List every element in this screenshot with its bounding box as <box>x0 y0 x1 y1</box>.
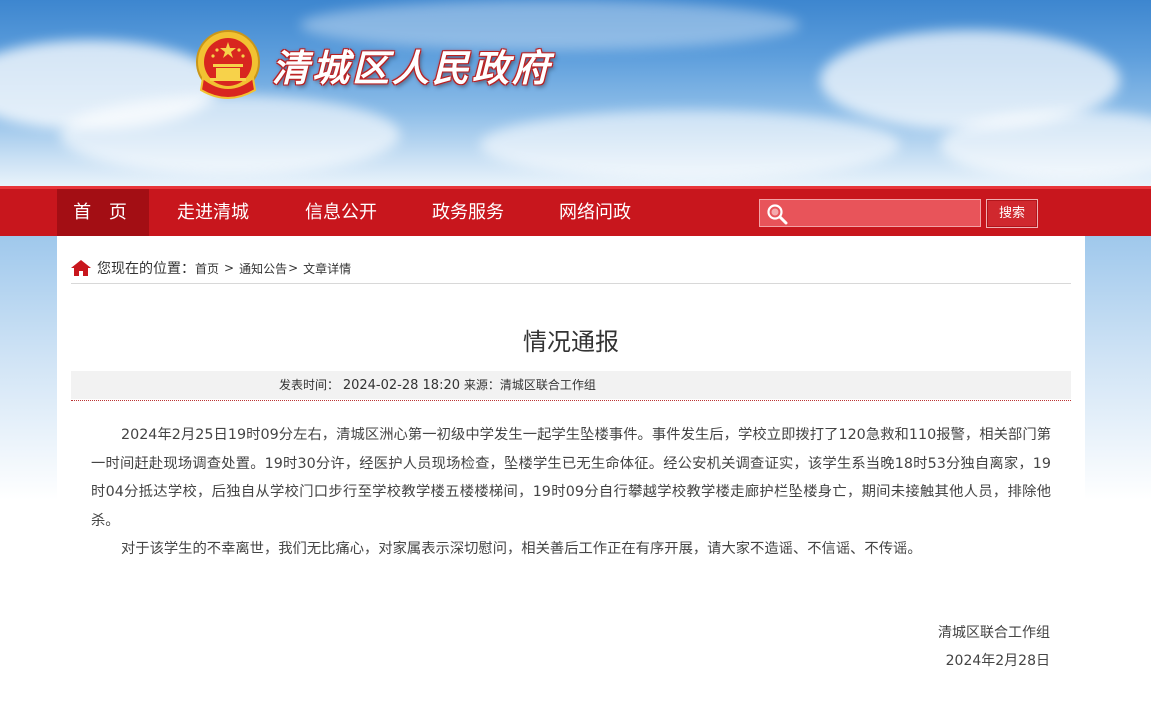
article-sign-date: 2024年2月28日 <box>945 653 1050 669</box>
meta-source: 来源：清城区联合工作组 <box>463 378 596 392</box>
nav-item-about[interactable]: 走进清城 <box>163 189 263 236</box>
breadcrumb-current: 文章详情 <box>303 261 352 276</box>
article-title: 情况通报 <box>523 328 619 356</box>
nav-item-inquiry[interactable]: 网络问政 <box>545 189 645 236</box>
national-emblem-icon <box>196 30 260 99</box>
breadcrumb: 您现在的位置： 首页 > 通知公告 > 文章详情 <box>71 258 351 278</box>
breadcrumb-prefix: 您现在的位置： <box>97 261 195 277</box>
breadcrumb-notices[interactable]: 通知公告 <box>239 260 287 277</box>
home-icon <box>71 260 91 276</box>
background-fade <box>0 236 57 716</box>
search-button[interactable]: 搜索 <box>986 199 1038 228</box>
cloud-decoration <box>480 110 900 180</box>
meta-date: 2024-02-28 18:20 <box>342 378 460 393</box>
article-paragraph: 对于该学生的不幸离世，我们无比痛心，对家属表示深切慰问，相关善后工作正在有序开展… <box>121 541 922 557</box>
meta-label: 发表时间： <box>279 378 340 392</box>
breadcrumb-separator: > <box>224 261 235 275</box>
background-fade <box>1085 236 1151 716</box>
search-input[interactable] <box>790 202 976 224</box>
divider <box>71 400 1071 401</box>
search-icon <box>767 204 788 225</box>
search-box <box>759 199 981 227</box>
breadcrumb-home[interactable]: 首页 <box>195 260 219 277</box>
breadcrumb-separator: > <box>288 261 299 275</box>
nav-item-info[interactable]: 信息公开 <box>291 189 391 236</box>
article-meta: 发表时间： 2024-02-28 18:20 来源：清城区联合工作组 <box>71 371 1071 399</box>
nav-item-home[interactable]: 首 页 <box>57 189 149 236</box>
site-title: 清城区人民政府 <box>272 47 552 90</box>
divider <box>71 283 1071 284</box>
article-signature: 清城区联合工作组 <box>938 625 1050 641</box>
content-panel: 您现在的位置： 首页 > 通知公告 > 文章详情 情况通报 发表时间： 2024… <box>57 236 1085 716</box>
nav-item-services[interactable]: 政务服务 <box>418 189 518 236</box>
cloud-decoration <box>60 95 400 175</box>
article-paragraph: 2024年2月25日19时09分左右，清城区洲心第一初级中学发生一起学生坠楼事件… <box>91 427 1051 529</box>
header-banner: 清城区人民政府 <box>0 0 1151 186</box>
main-nav: 首 页 走进清城 信息公开 政务服务 网络问政 搜索 <box>0 186 1151 236</box>
